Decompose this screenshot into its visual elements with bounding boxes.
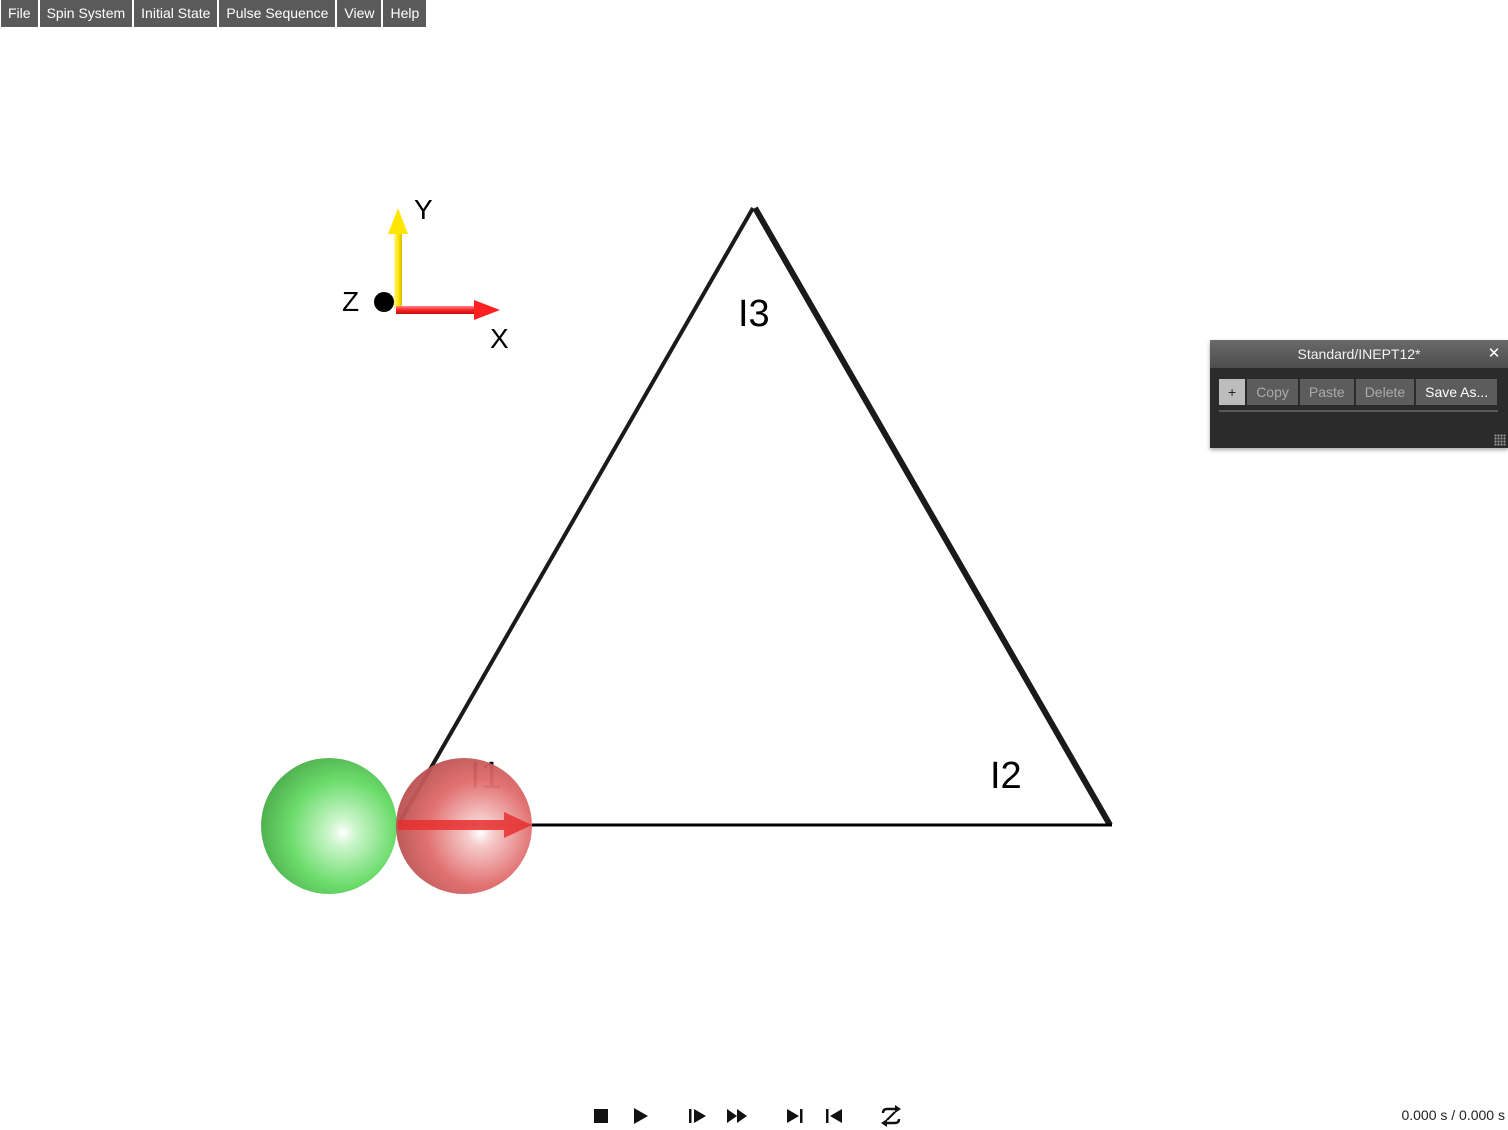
menu-view[interactable]: View — [337, 0, 382, 27]
panel-title: Standard/INEPT12* — [1297, 346, 1421, 362]
z-axis-label: Z — [342, 286, 359, 317]
menu-help[interactable]: Help — [383, 0, 427, 27]
bond-i1-i3 — [396, 207, 755, 826]
skip-to-end-icon[interactable] — [782, 1103, 808, 1129]
panel-divider — [1219, 410, 1498, 412]
menu-file[interactable]: File — [1, 0, 38, 27]
spin-network: I3 I2 I1 — [396, 206, 1113, 827]
x-axis-arrowhead — [474, 300, 500, 320]
panel-titlebar[interactable]: Standard/INEPT12* ✕ — [1210, 340, 1508, 368]
fast-forward-icon[interactable] — [724, 1103, 750, 1129]
resize-grip-icon[interactable] — [1494, 434, 1506, 446]
axis-triad: Y Z X — [342, 194, 509, 354]
menu-initial-state[interactable]: Initial State — [134, 0, 218, 27]
spin-label-i3: I3 — [738, 293, 770, 335]
menu-bar: File Spin System Initial State Pulse Seq… — [0, 0, 427, 27]
step-forward-icon[interactable] — [685, 1103, 711, 1129]
menu-pulse-sequence[interactable]: Pulse Sequence — [219, 0, 336, 27]
spin-sphere-green[interactable] — [261, 758, 397, 894]
spin-label-i2: I2 — [990, 755, 1022, 797]
add-button[interactable]: + — [1219, 379, 1246, 405]
delete-button[interactable]: Delete — [1355, 379, 1415, 405]
y-axis-shaft — [394, 232, 402, 308]
y-axis-arrowhead — [388, 208, 408, 234]
pulse-sequence-panel: Standard/INEPT12* ✕ + Copy Paste Delete … — [1210, 340, 1508, 448]
close-icon[interactable]: ✕ — [1486, 340, 1502, 368]
3d-viewport[interactable]: Y Z X I3 I2 I1 — [0, 0, 1508, 1130]
menu-spin-system[interactable]: Spin System — [39, 0, 133, 27]
x-axis-shaft — [396, 306, 478, 314]
y-axis-label: Y — [414, 194, 433, 225]
bond-i3-i2 — [752, 206, 1113, 827]
x-axis-label: X — [490, 323, 509, 354]
skip-to-start-icon[interactable] — [821, 1103, 847, 1129]
z-axis-dot — [374, 292, 394, 312]
stop-icon[interactable] — [588, 1103, 614, 1129]
paste-button[interactable]: Paste — [1299, 379, 1354, 405]
save-as-button[interactable]: Save As... — [1416, 379, 1498, 405]
time-readout: 0.000 s / 0.000 s — [1401, 1107, 1505, 1123]
panel-toolbar: + Copy Paste Delete Save As... — [1219, 379, 1498, 405]
loop-icon[interactable] — [878, 1103, 904, 1129]
copy-button[interactable]: Copy — [1247, 379, 1298, 405]
play-icon[interactable] — [627, 1103, 653, 1129]
